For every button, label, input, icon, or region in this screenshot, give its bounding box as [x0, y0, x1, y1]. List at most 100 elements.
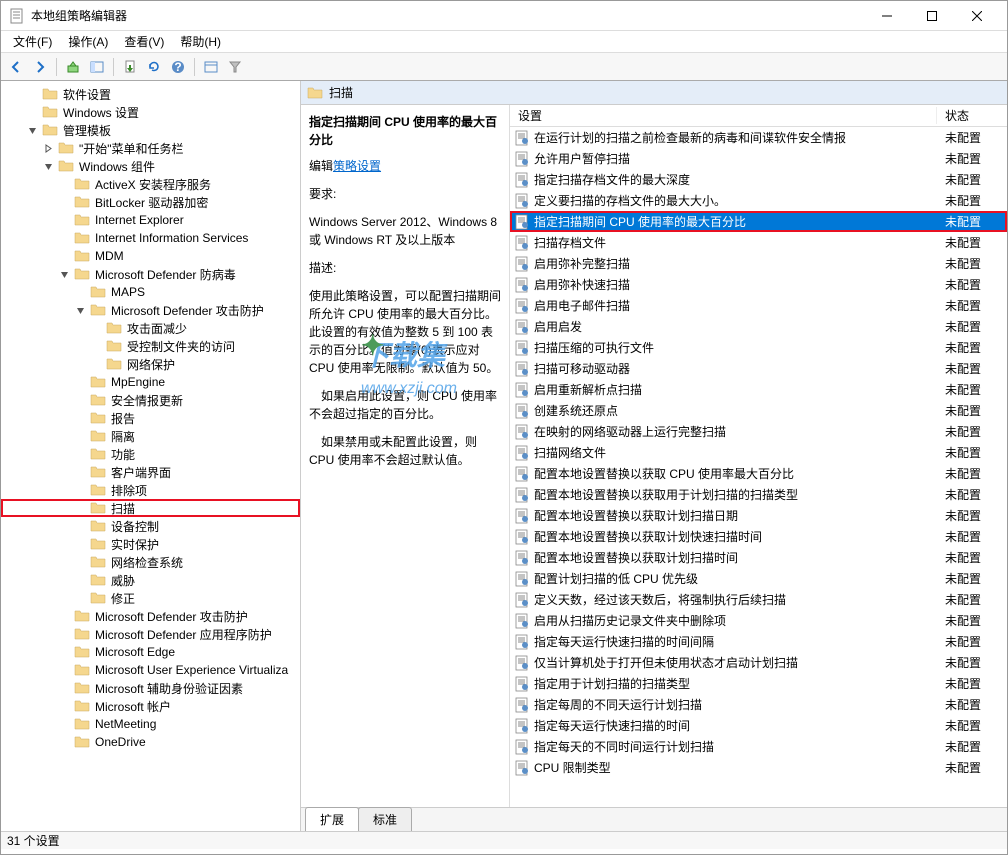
list-row[interactable]: 指定扫描期间 CPU 使用率的最大百分比未配置 — [510, 211, 1007, 232]
tab-extended[interactable]: 扩展 — [305, 807, 359, 831]
list-row[interactable]: 扫描网络文件未配置 — [510, 442, 1007, 463]
expand-icon[interactable] — [25, 87, 39, 101]
expand-icon[interactable] — [57, 735, 71, 749]
tree-item[interactable]: Internet Information Services — [1, 229, 300, 247]
list-row[interactable]: 配置本地设置替换以获取 CPU 使用率最大百分比未配置 — [510, 463, 1007, 484]
tree-item[interactable]: 管理模板 — [1, 121, 300, 139]
list-row[interactable]: 指定每周的不同天运行计划扫描未配置 — [510, 694, 1007, 715]
expand-icon[interactable] — [73, 573, 87, 587]
tree-item[interactable]: 隔离 — [1, 427, 300, 445]
expand-icon[interactable] — [57, 267, 71, 281]
tree-item[interactable]: NetMeeting — [1, 715, 300, 733]
expand-icon[interactable] — [73, 375, 87, 389]
list-row[interactable]: 创建系统还原点未配置 — [510, 400, 1007, 421]
tree-item[interactable]: Microsoft User Experience Virtualiza — [1, 661, 300, 679]
list-row[interactable]: 在映射的网络驱动器上运行完整扫描未配置 — [510, 421, 1007, 442]
list-row[interactable]: 配置本地设置替换以获取计划扫描日期未配置 — [510, 505, 1007, 526]
tree-item[interactable]: Microsoft Defender 攻击防护 — [1, 301, 300, 319]
tree-panel[interactable]: 软件设置Windows 设置管理模板"开始"菜单和任务栏Windows 组件Ac… — [1, 81, 301, 831]
list-row[interactable]: 仅当计算机处于打开但未使用状态才启动计划扫描未配置 — [510, 652, 1007, 673]
tree-item[interactable]: "开始"菜单和任务栏 — [1, 139, 300, 157]
expand-icon[interactable] — [89, 357, 103, 371]
expand-icon[interactable] — [57, 609, 71, 623]
column-state[interactable]: 状态 — [937, 107, 1007, 124]
expand-icon[interactable] — [57, 177, 71, 191]
filter-button[interactable] — [224, 56, 246, 78]
tree-item[interactable]: MDM — [1, 247, 300, 265]
expand-icon[interactable] — [73, 285, 87, 299]
tab-standard[interactable]: 标准 — [358, 807, 412, 831]
back-button[interactable] — [5, 56, 27, 78]
expand-icon[interactable] — [73, 465, 87, 479]
export-button[interactable] — [119, 56, 141, 78]
expand-icon[interactable] — [57, 681, 71, 695]
list-row[interactable]: 指定每天运行快速扫描的时间间隔未配置 — [510, 631, 1007, 652]
list-row[interactable]: 启用重新解析点扫描未配置 — [510, 379, 1007, 400]
expand-icon[interactable] — [57, 213, 71, 227]
tree-item[interactable]: Internet Explorer — [1, 211, 300, 229]
tree-item[interactable]: Windows 设置 — [1, 103, 300, 121]
expand-icon[interactable] — [25, 123, 39, 137]
list-row[interactable]: 扫描存档文件未配置 — [510, 232, 1007, 253]
list-row[interactable]: 扫描压缩的可执行文件未配置 — [510, 337, 1007, 358]
close-button[interactable] — [954, 2, 999, 30]
up-button[interactable] — [62, 56, 84, 78]
menu-help[interactable]: 帮助(H) — [172, 31, 229, 52]
tree-item[interactable]: ActiveX 安装程序服务 — [1, 175, 300, 193]
expand-icon[interactable] — [57, 195, 71, 209]
tree-item[interactable]: 扫描 — [1, 499, 300, 517]
tree-item[interactable]: 网络检查系统 — [1, 553, 300, 571]
tree-item[interactable]: 安全情报更新 — [1, 391, 300, 409]
list-row[interactable]: 配置计划扫描的低 CPU 优先级未配置 — [510, 568, 1007, 589]
tree-item[interactable]: 攻击面减少 — [1, 319, 300, 337]
tree-item[interactable]: OneDrive — [1, 733, 300, 751]
show-hide-tree-button[interactable] — [86, 56, 108, 78]
list-row[interactable]: 配置本地设置替换以获取计划快速扫描时间未配置 — [510, 526, 1007, 547]
list-row[interactable]: 配置本地设置替换以获取用于计划扫描的扫描类型未配置 — [510, 484, 1007, 505]
tree-item[interactable]: 受控制文件夹的访问 — [1, 337, 300, 355]
list-row[interactable]: 指定每天的不同时间运行计划扫描未配置 — [510, 736, 1007, 757]
minimize-button[interactable] — [864, 2, 909, 30]
list-row[interactable]: 定义要扫描的存档文件的最大大小。未配置 — [510, 190, 1007, 211]
column-setting[interactable]: 设置 — [510, 107, 937, 124]
menu-action[interactable]: 操作(A) — [60, 31, 116, 52]
expand-icon[interactable] — [41, 141, 55, 155]
tree-item[interactable]: 排除项 — [1, 481, 300, 499]
list-row[interactable]: 启用电子邮件扫描未配置 — [510, 295, 1007, 316]
list-row[interactable]: 在运行计划的扫描之前检查最新的病毒和间谍软件安全情报未配置 — [510, 127, 1007, 148]
expand-icon[interactable] — [25, 105, 39, 119]
expand-icon[interactable] — [73, 501, 87, 515]
expand-icon[interactable] — [73, 555, 87, 569]
expand-icon[interactable] — [73, 393, 87, 407]
tree-item[interactable]: Microsoft 辅助身份验证因素 — [1, 679, 300, 697]
expand-icon[interactable] — [73, 411, 87, 425]
list-row[interactable]: 扫描可移动驱动器未配置 — [510, 358, 1007, 379]
help-button[interactable]: ? — [167, 56, 189, 78]
tree-item[interactable]: 威胁 — [1, 571, 300, 589]
list-row[interactable]: 定义天数，经过该天数后，将强制执行后续扫描未配置 — [510, 589, 1007, 610]
tree-item[interactable]: 实时保护 — [1, 535, 300, 553]
list-row[interactable]: CPU 限制类型未配置 — [510, 757, 1007, 778]
tree-item[interactable]: 客户端界面 — [1, 463, 300, 481]
list-row[interactable]: 指定扫描存档文件的最大深度未配置 — [510, 169, 1007, 190]
menu-view[interactable]: 查看(V) — [116, 31, 172, 52]
expand-icon[interactable] — [41, 159, 55, 173]
tree-item[interactable]: BitLocker 驱动器加密 — [1, 193, 300, 211]
expand-icon[interactable] — [73, 429, 87, 443]
expand-icon[interactable] — [57, 627, 71, 641]
expand-icon[interactable] — [89, 321, 103, 335]
tree-item[interactable]: 网络保护 — [1, 355, 300, 373]
settings-list[interactable]: 在运行计划的扫描之前检查最新的病毒和间谍软件安全情报未配置允许用户暂停扫描未配置… — [510, 127, 1007, 807]
expand-icon[interactable] — [57, 663, 71, 677]
menu-file[interactable]: 文件(F) — [5, 31, 60, 52]
tree-item[interactable]: Microsoft 帐户 — [1, 697, 300, 715]
list-row[interactable]: 指定每天运行快速扫描的时间未配置 — [510, 715, 1007, 736]
expand-icon[interactable] — [73, 447, 87, 461]
expand-icon[interactable] — [73, 303, 87, 317]
list-row[interactable]: 启用弥补快速扫描未配置 — [510, 274, 1007, 295]
expand-icon[interactable] — [73, 519, 87, 533]
list-row[interactable]: 启用从扫描历史记录文件夹中删除项未配置 — [510, 610, 1007, 631]
maximize-button[interactable] — [909, 2, 954, 30]
tree-item[interactable]: 报告 — [1, 409, 300, 427]
list-row[interactable]: 配置本地设置替换以获取计划扫描时间未配置 — [510, 547, 1007, 568]
